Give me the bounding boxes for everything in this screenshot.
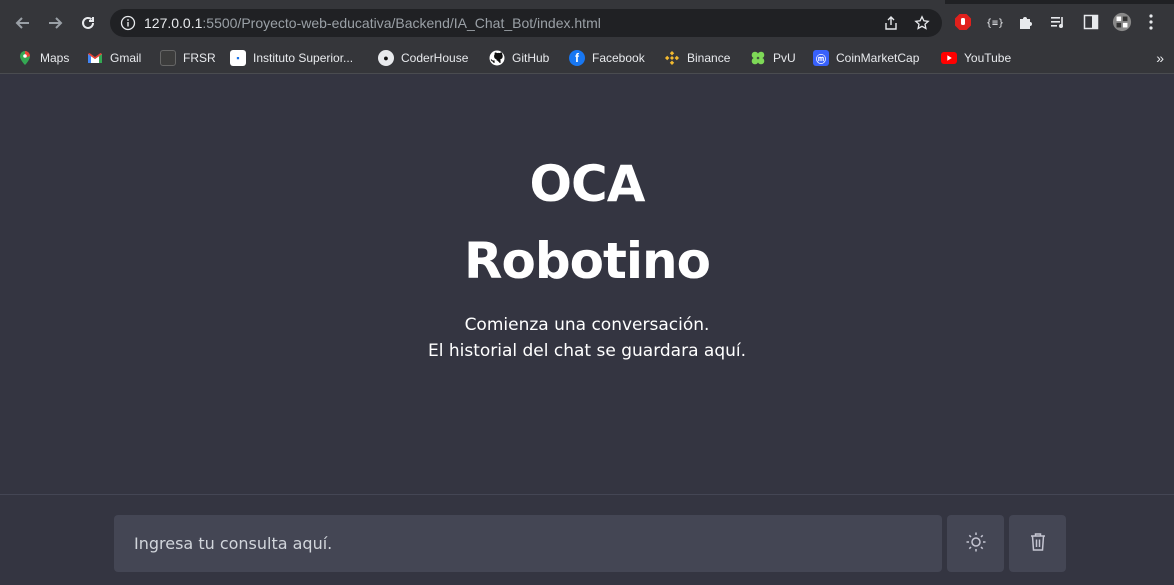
page-title-robotino: Robotino [464, 232, 711, 290]
adblock-extension-icon[interactable] [953, 12, 973, 32]
bookmarks-overflow-button[interactable]: » [1156, 50, 1164, 66]
bookmarks-bar: Maps Gmail FRSR ▪ Instituto Superior... … [0, 44, 1174, 74]
profile-avatar-icon[interactable] [1112, 12, 1132, 32]
back-icon[interactable] [12, 12, 34, 34]
menu-kebab-icon[interactable] [1146, 12, 1156, 32]
bookmark-frsr[interactable]: FRSR [160, 47, 216, 69]
sun-icon [965, 531, 987, 557]
gmail-icon [87, 50, 103, 66]
bookmark-coderhouse[interactable]: ● CoderHouse [378, 47, 468, 69]
bookmark-label: Binance [687, 51, 731, 65]
bookmark-label: GitHub [512, 51, 550, 65]
bookmark-star-icon[interactable] [913, 14, 931, 32]
svg-text:{≡}: {≡} [986, 18, 1004, 29]
binance-icon [664, 50, 680, 66]
forward-icon[interactable] [44, 12, 66, 34]
youtube-icon [941, 50, 957, 66]
bookmark-label: CoderHouse [401, 51, 469, 65]
bookmark-youtube[interactable]: YouTube [941, 47, 1011, 69]
tab-strip [0, 0, 1174, 4]
facebook-icon: f [569, 50, 585, 66]
delete-chat-button[interactable] [1009, 515, 1066, 572]
pvu-clover-icon [750, 50, 766, 66]
subtitle-history-note: El historial del chat se guardara aquí. [427, 341, 747, 361]
maps-icon [17, 50, 33, 66]
trash-icon [1029, 532, 1047, 556]
share-icon[interactable] [882, 14, 900, 32]
bookmark-instituto-superior[interactable]: ▪ Instituto Superior... [230, 47, 353, 69]
site-info-icon[interactable] [120, 15, 136, 31]
reload-icon[interactable] [77, 12, 99, 34]
bookmark-label: CoinMarketCap [836, 51, 920, 65]
extensions-puzzle-icon[interactable] [1016, 12, 1036, 32]
url-text[interactable]: 127.0.0.1:5500/Proyecto-web-educativa/Ba… [144, 15, 601, 31]
url-path: :5500/Proyecto-web-educativa/Backend/IA_… [202, 15, 601, 31]
bookmark-gmail[interactable]: Gmail [87, 47, 141, 69]
bookmark-binance[interactable]: Binance [664, 47, 730, 69]
frsr-icon [160, 50, 176, 66]
bookmark-maps[interactable]: Maps [17, 47, 69, 69]
bookmark-label: Gmail [110, 51, 142, 65]
browser-toolbar: 127.0.0.1:5500/Proyecto-web-educativa/Ba… [0, 0, 1174, 44]
coinmarketcap-icon: ⓜ [813, 50, 829, 66]
chat-input[interactable]: Ingresa tu consulta aquí. [114, 515, 942, 572]
subtitle-start-conversation: Comienza una conversación. [464, 315, 710, 335]
bookmark-label: Facebook [592, 51, 645, 65]
chat-empty-state: OCA Robotino Comienza una conversación. … [0, 75, 1174, 495]
bookmark-label: FRSR [183, 51, 216, 65]
bookmark-facebook[interactable]: f Facebook [569, 47, 645, 69]
bookmark-label: PvU [773, 51, 796, 65]
side-panel-icon[interactable] [1081, 12, 1101, 32]
bookmark-label: Instituto Superior... [253, 51, 354, 65]
github-icon [489, 50, 505, 66]
bookmark-label: YouTube [964, 51, 1012, 65]
page-title-oca: OCA [529, 155, 646, 213]
bookmark-pvu[interactable]: PvU [750, 47, 796, 69]
bookmark-github[interactable]: GitHub [489, 47, 549, 69]
chat-input-bar: Ingresa tu consulta aquí. [0, 494, 1174, 585]
bookmark-label: Maps [40, 51, 70, 65]
json-extension-icon[interactable]: {≡} [985, 12, 1005, 32]
coderhouse-icon: ● [378, 50, 394, 66]
address-bar[interactable]: 127.0.0.1:5500/Proyecto-web-educativa/Ba… [110, 9, 942, 37]
media-queue-icon[interactable] [1048, 12, 1068, 32]
active-tab[interactable] [0, 0, 945, 4]
bookmark-coinmarketcap[interactable]: ⓜ CoinMarketCap [813, 47, 919, 69]
chat-input-placeholder: Ingresa tu consulta aquí. [134, 534, 333, 553]
ispc-icon: ▪ [230, 50, 246, 66]
url-host: 127.0.0.1 [144, 15, 203, 31]
theme-toggle-button[interactable] [947, 515, 1004, 572]
